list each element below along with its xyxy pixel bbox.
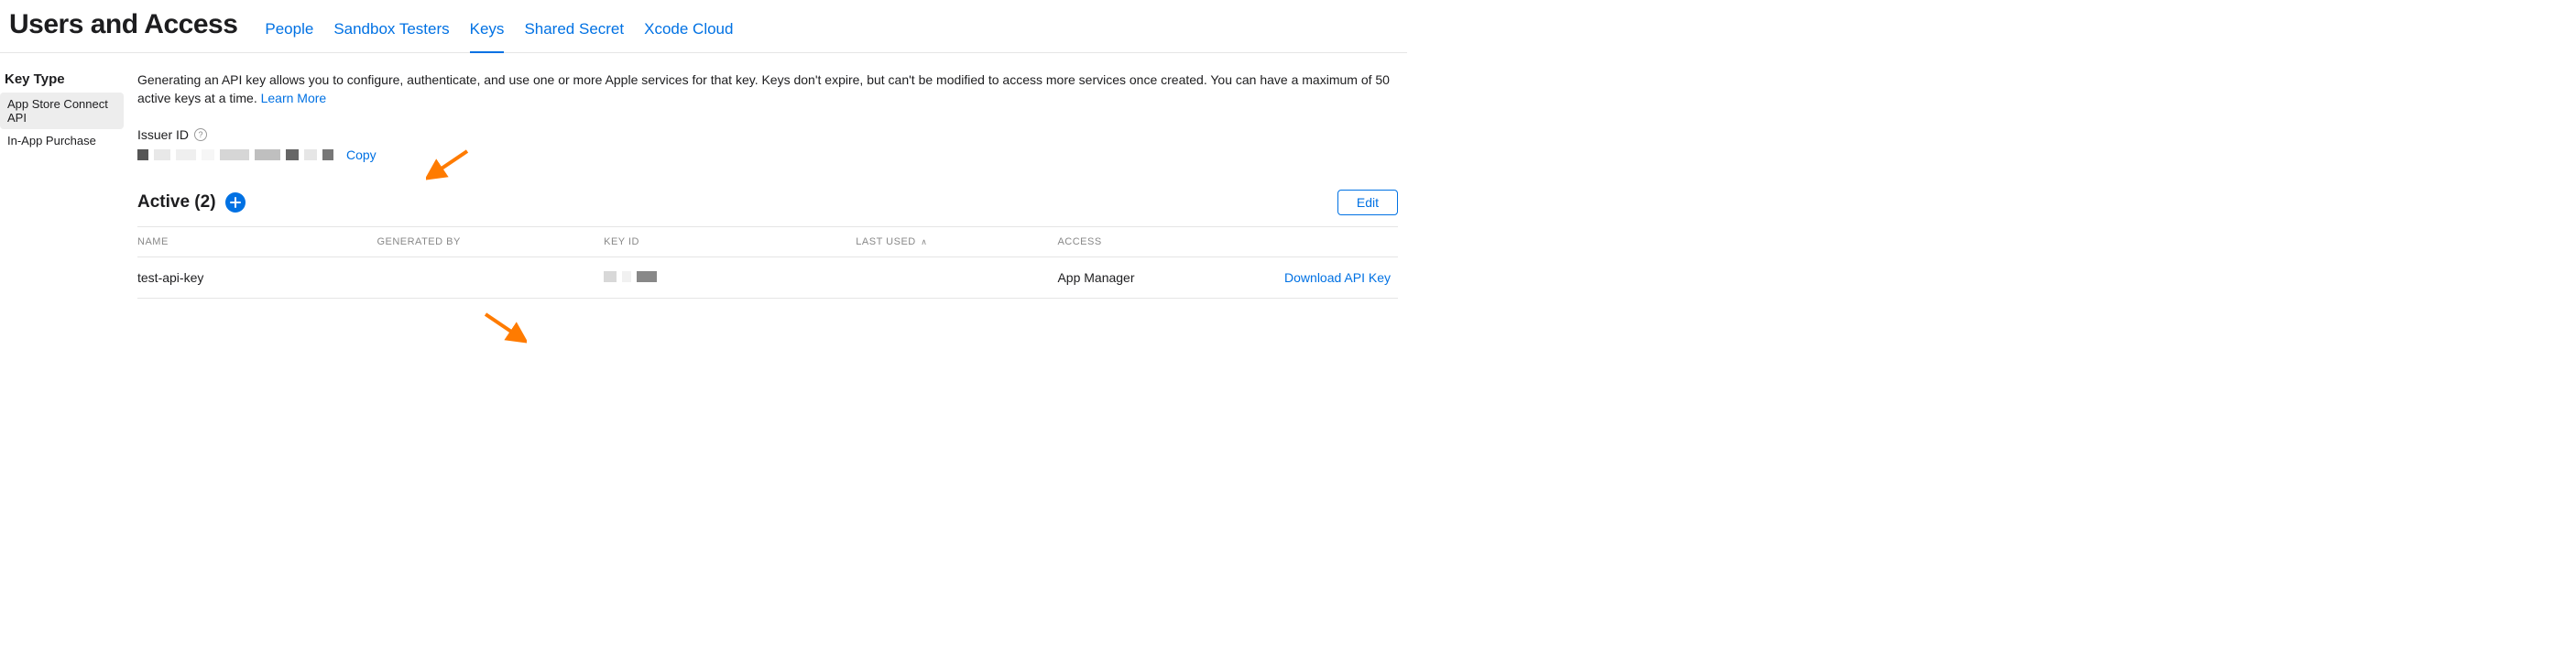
intro-text: Generating an API key allows you to conf… — [137, 71, 1398, 107]
tab-xcode-cloud[interactable]: Xcode Cloud — [644, 20, 733, 53]
tabs: People Sandbox Testers Keys Shared Secre… — [265, 19, 733, 52]
sidebar: Key Type App Store Connect API In-App Pu… — [0, 71, 124, 299]
active-section-header: Active (2) Edit — [137, 190, 1398, 215]
learn-more-link[interactable]: Learn More — [261, 91, 327, 105]
table-row[interactable]: test-api-key App Manager Download API Ke… — [137, 257, 1398, 299]
issuer-id-row: Copy — [137, 147, 1398, 162]
tab-keys[interactable]: Keys — [470, 20, 505, 53]
table-header-row: NAME GENERATED BY KEY ID LAST USED ∧ ACC… — [137, 227, 1398, 257]
header: Users and Access People Sandbox Testers … — [0, 0, 1407, 53]
cell-access: App Manager — [1057, 257, 1221, 299]
download-api-key-link[interactable]: Download API Key — [1221, 257, 1398, 299]
sidebar-item-in-app-purchase[interactable]: In-App Purchase — [0, 129, 124, 152]
sidebar-title: Key Type — [5, 71, 124, 93]
sidebar-item-app-store-connect-api[interactable]: App Store Connect API — [0, 93, 124, 129]
page-title: Users and Access — [9, 9, 237, 49]
cell-name: test-api-key — [137, 257, 377, 299]
issuer-id-label: Issuer ID — [137, 127, 189, 142]
tab-people[interactable]: People — [265, 20, 313, 53]
issuer-id-value-redacted — [137, 149, 333, 160]
help-icon[interactable]: ? — [194, 128, 207, 141]
col-generated-by[interactable]: GENERATED BY — [377, 227, 604, 257]
key-id-value-redacted — [604, 271, 657, 282]
col-download — [1221, 227, 1398, 257]
col-key-id[interactable]: KEY ID — [604, 227, 856, 257]
cell-generated-by — [377, 257, 604, 299]
content: Key Type App Store Connect API In-App Pu… — [0, 53, 1407, 299]
col-last-used[interactable]: LAST USED ∧ — [856, 227, 1057, 257]
cell-key-id — [604, 257, 856, 299]
col-name[interactable]: NAME — [137, 227, 377, 257]
add-key-button[interactable] — [225, 192, 246, 213]
annotation-arrow-icon — [481, 311, 527, 348]
sort-ascending-icon: ∧ — [921, 237, 927, 246]
keys-table: NAME GENERATED BY KEY ID LAST USED ∧ ACC… — [137, 226, 1398, 299]
copy-issuer-id-button[interactable]: Copy — [346, 147, 377, 162]
tab-shared-secret[interactable]: Shared Secret — [524, 20, 624, 53]
col-last-used-label: LAST USED — [856, 236, 915, 247]
col-access[interactable]: ACCESS — [1057, 227, 1221, 257]
active-section-left: Active (2) — [137, 192, 246, 213]
tab-sandbox-testers[interactable]: Sandbox Testers — [333, 20, 449, 53]
active-section-title: Active (2) — [137, 192, 216, 213]
edit-button[interactable]: Edit — [1337, 190, 1398, 215]
cell-last-used — [856, 257, 1057, 299]
main: Generating an API key allows you to conf… — [124, 71, 1407, 299]
plus-icon — [230, 197, 241, 208]
issuer-id-label-row: Issuer ID ? — [137, 127, 1398, 142]
